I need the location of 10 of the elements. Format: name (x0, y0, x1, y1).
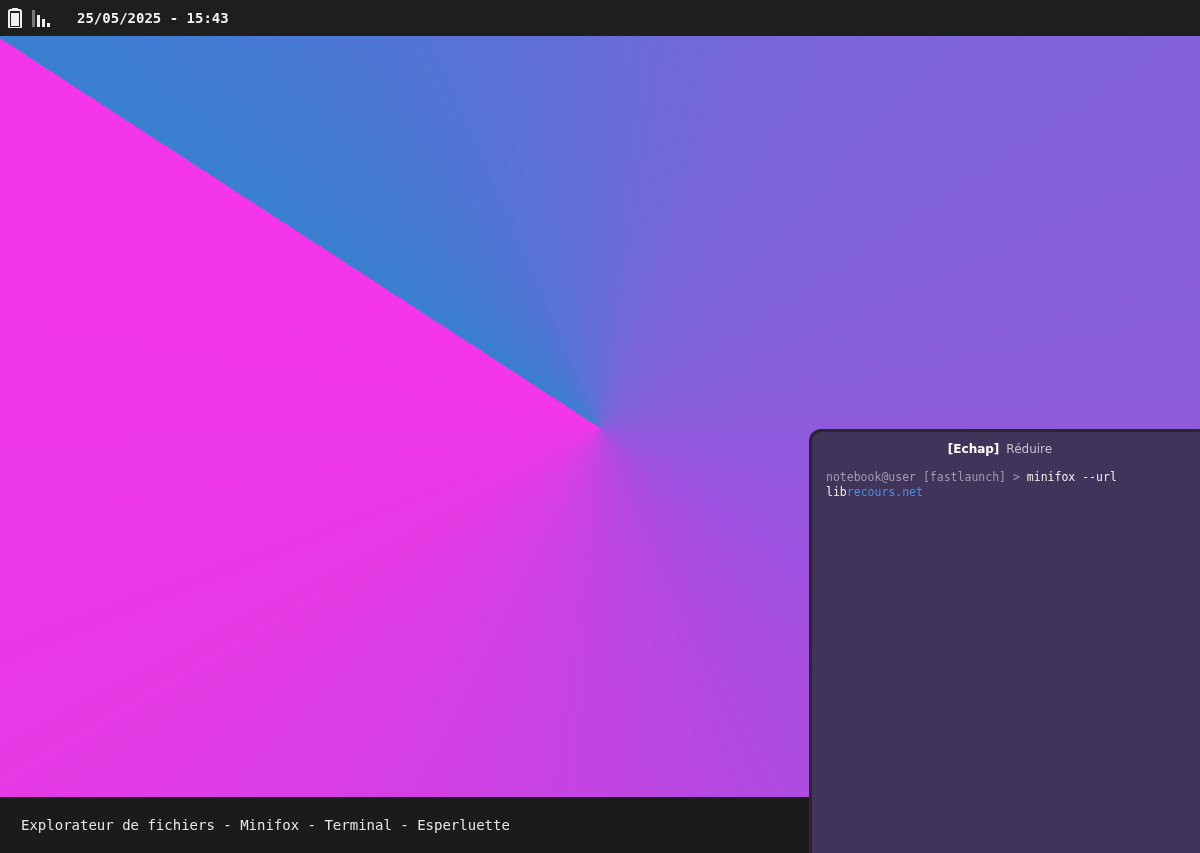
command-text: lib (826, 485, 847, 499)
signal-icon (32, 9, 51, 27)
taskbar-app-list[interactable]: Explorateur de fichiers - Minifox - Terminal - Esperluette (21, 817, 510, 833)
command-text: minifox --url (1026, 470, 1117, 484)
shortcut-key: [Echap] (947, 442, 1000, 456)
prompt-text: notebook@user [fastlaunch] > (826, 470, 1021, 484)
shortcut-label: Réduire (1006, 442, 1053, 456)
date-time: 25/05/2025 - 15:43 (77, 10, 229, 26)
url-text: recours.net (846, 485, 923, 499)
battery-icon (8, 8, 22, 28)
